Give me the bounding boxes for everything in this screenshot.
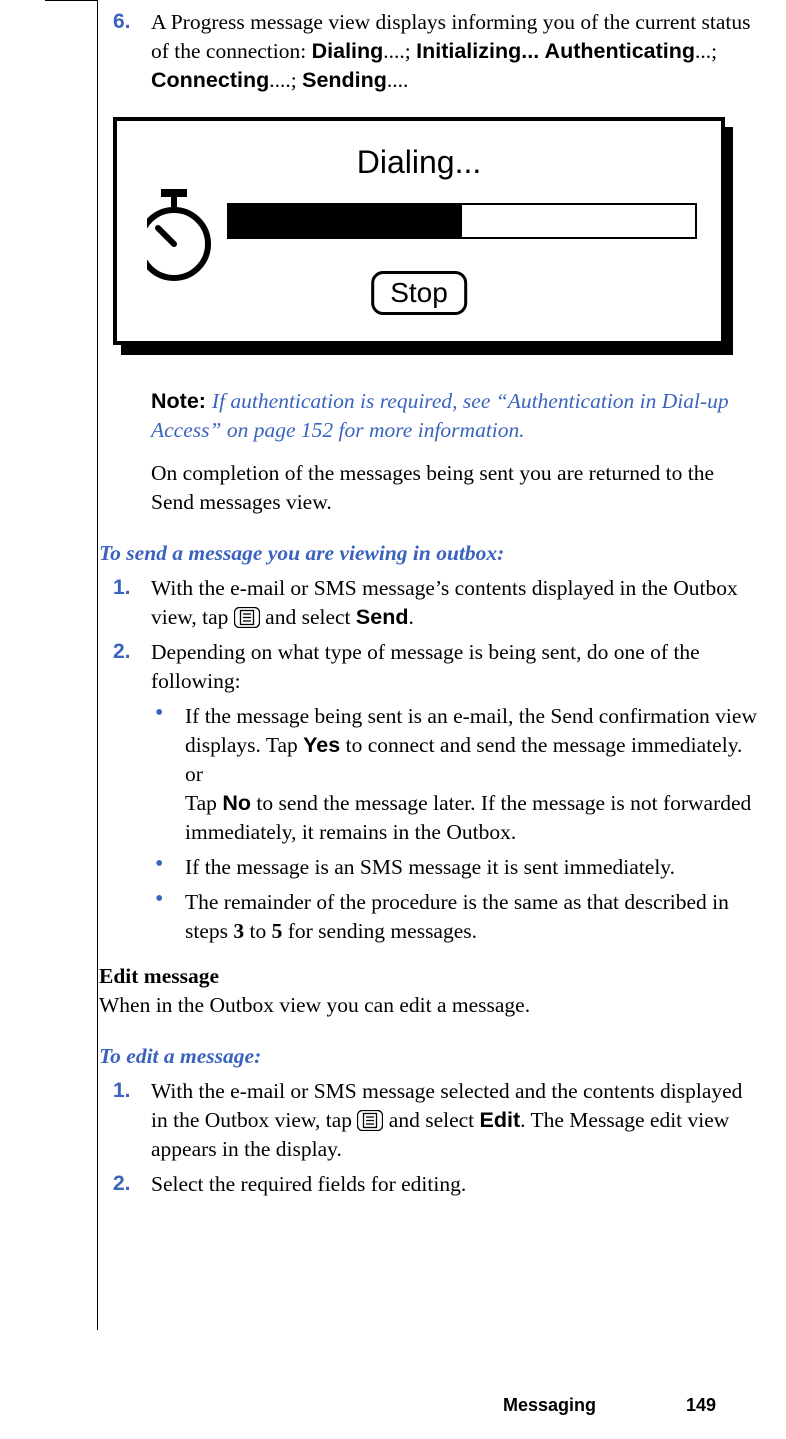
send-step-1-text: With the e-mail or SMS message’s content… [151,576,738,629]
edit-step-1-text: With the e-mail or SMS message selected … [151,1079,742,1161]
footer-chapter: Messaging [503,1393,596,1417]
send-outbox-heading: To send a message you are viewing in out… [99,539,765,568]
progress-bar-fill [229,205,462,237]
content-area: 6. A Progress message view displays info… [113,8,765,1199]
edit-message-body: When in the Outbox view you can edit a m… [99,991,765,1020]
step-6: 6. A Progress message view displays info… [113,8,765,95]
send-step-2-text: Depending on what type of message is bei… [151,640,700,693]
page: 6. A Progress message view displays info… [0,0,786,1439]
dialog-frame: Dialing... Stop [113,117,725,345]
edit-message-header: Edit message [99,962,765,991]
edit-step-1: 1. With the e-mail or SMS message select… [113,1077,765,1164]
stopwatch-icon [147,189,211,285]
progress-bar [227,203,697,239]
edit-step-number-2: 2. [113,1170,131,1198]
step-number-2: 2. [113,638,131,666]
post-note-paragraph: On completion of the messages being sent… [113,459,765,517]
page-footer: Messaging 149 [0,1379,786,1439]
bullet-1-or: or [185,760,765,789]
stop-button[interactable]: Stop [371,271,467,315]
note-label: Note: [151,389,212,413]
bullet-2: If the message is an SMS message it is s… [113,853,765,882]
send-step-2: 2. Depending on what type of message is … [113,638,765,696]
bullet-3: The remainder of the procedure is the sa… [113,888,765,946]
step-number-6: 6. [113,8,131,36]
edit-step-2: 2. Select the required fields for editin… [113,1170,765,1199]
edit-step-2-text: Select the required fields for editing. [151,1172,466,1196]
note-block: Note: If authentication is required, see… [113,387,765,445]
menu-icon [234,607,260,628]
dialog-title: Dialing... [357,141,482,184]
edit-heading: To edit a message: [99,1042,765,1071]
step-6-text: A Progress message view displays informi… [151,10,751,92]
send-steps-list: 1. With the e-mail or SMS message’s cont… [113,574,765,946]
send-step-1: 1. With the e-mail or SMS message’s cont… [113,574,765,632]
note-body: If authentication is required, see “Auth… [151,389,729,442]
edit-step-number-1: 1. [113,1077,131,1105]
edit-steps-list: 1. With the e-mail or SMS message select… [113,1077,765,1199]
menu-icon [357,1110,383,1131]
bullet-1: If the message being sent is an e-mail, … [113,702,765,847]
footer-page-number: 149 [686,1393,716,1417]
send-bullet-list: If the message being sent is an e-mail, … [113,702,765,946]
progress-dialog-figure: Dialing... Stop [113,117,733,357]
step-number-1: 1. [113,574,131,602]
margin-rule-vertical [97,0,98,1330]
margin-rule-horizontal [45,0,98,1]
